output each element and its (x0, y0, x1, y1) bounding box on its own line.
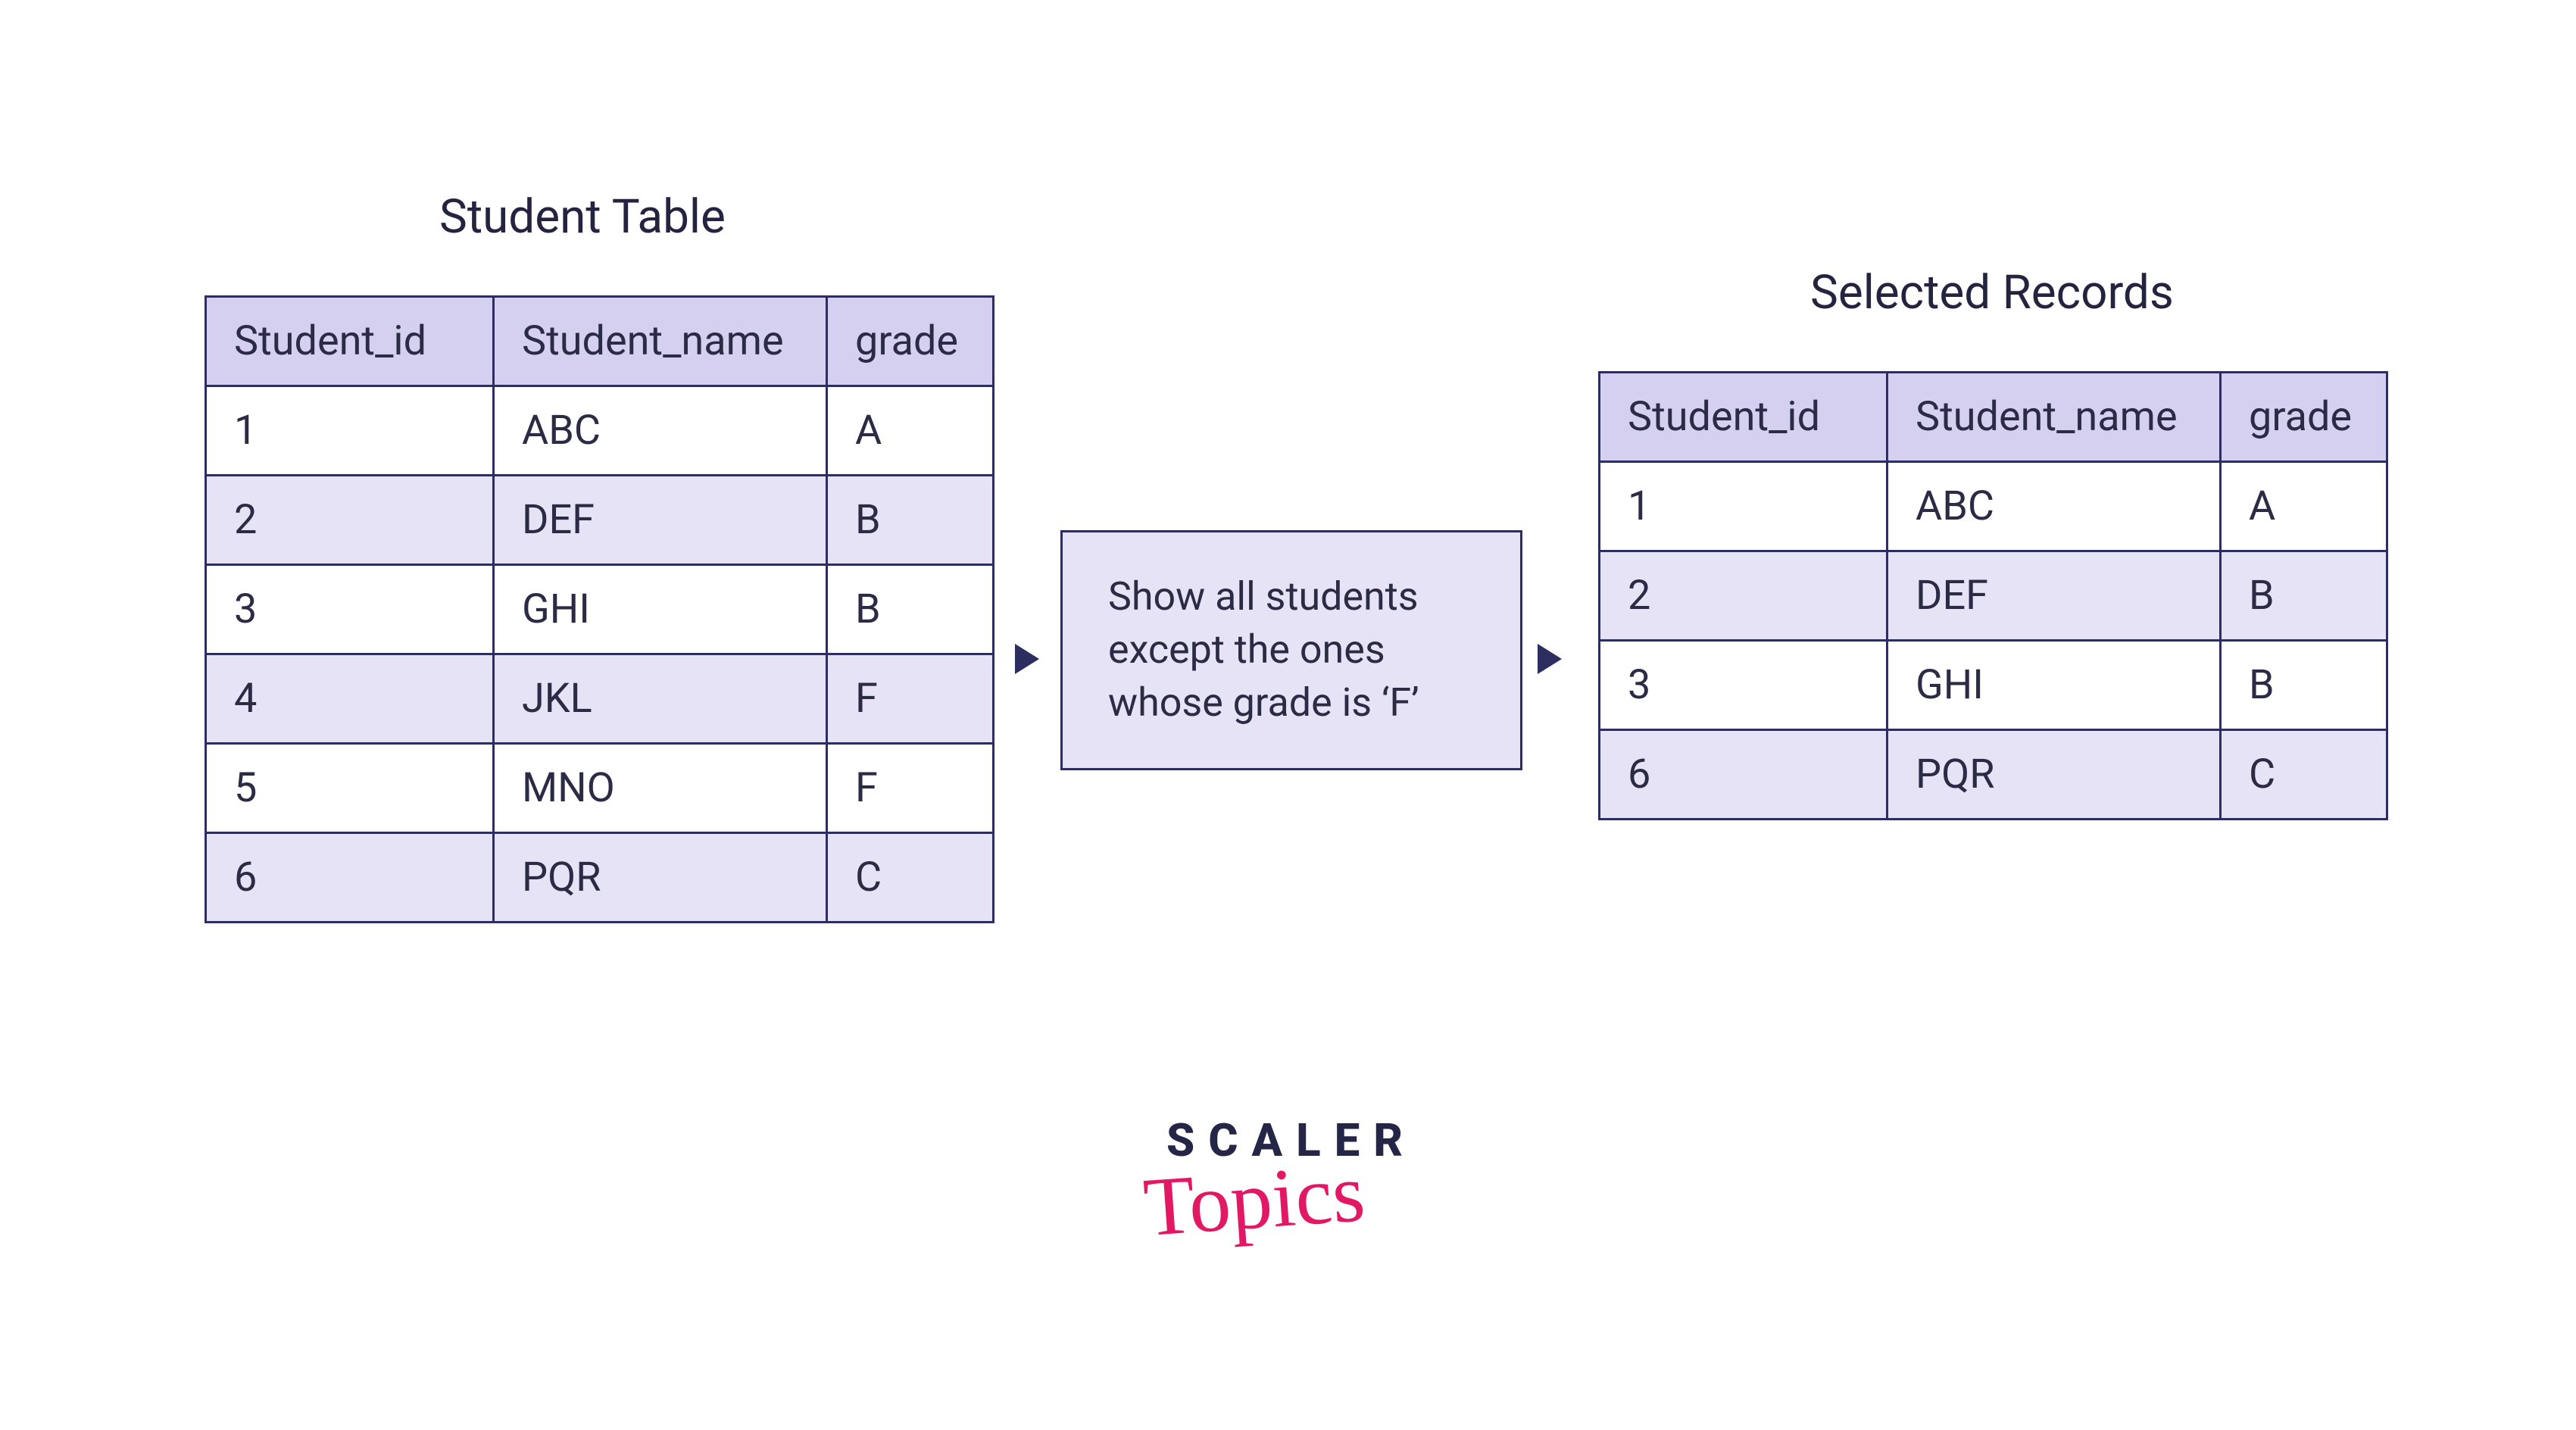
col-header-name: Student_name (1888, 373, 2221, 462)
filter-description-box: Show all students except the ones whose … (1060, 530, 1522, 770)
col-header-id: Student_id (206, 297, 494, 386)
table-row: 4 JKL F (206, 654, 994, 744)
cell-name: DEF (494, 476, 827, 565)
cell-id: 1 (206, 386, 494, 476)
cell-id: 1 (1600, 462, 1888, 551)
table-row: 3 GHI B (206, 565, 994, 654)
table-row: 1 ABC A (206, 386, 994, 476)
table-row: 6 PQR C (1600, 730, 2387, 820)
cell-grade: C (827, 833, 994, 923)
cell-id: 2 (1600, 551, 1888, 641)
right-table-title: Selected Records (1810, 265, 2174, 320)
cell-name: ABC (494, 386, 827, 476)
arrow-right-icon (1538, 644, 1562, 674)
table-row: 2 DEF B (1600, 551, 2387, 641)
left-table-title: Student Table (439, 189, 726, 245)
col-header-grade: grade (2221, 373, 2387, 462)
cell-id: 4 (206, 654, 494, 744)
cell-name: GHI (1888, 641, 2221, 730)
cell-grade: F (827, 744, 994, 833)
cell-grade: F (827, 654, 994, 744)
table-row: 2 DEF B (206, 476, 994, 565)
cell-grade: C (2221, 730, 2387, 820)
cell-grade: A (827, 386, 994, 476)
cell-grade: B (827, 476, 994, 565)
student-table: Student_id Student_name grade 1 ABC A 2 … (205, 295, 994, 923)
cell-grade: A (2221, 462, 2387, 551)
cell-grade: B (2221, 551, 2387, 641)
cell-id: 6 (1600, 730, 1888, 820)
table-row: 1 ABC A (1600, 462, 2387, 551)
cell-name: JKL (494, 654, 827, 744)
logo-line-2: Topics (1141, 1144, 1368, 1256)
cell-id: 3 (206, 565, 494, 654)
cell-grade: B (827, 565, 994, 654)
cell-name: MNO (494, 744, 827, 833)
col-header-id: Student_id (1600, 373, 1888, 462)
diagram-canvas: Student Table Student_id Student_name gr… (0, 0, 2576, 1430)
cell-id: 5 (206, 744, 494, 833)
selected-records-table: Student_id Student_name grade 1 ABC A 2 … (1598, 371, 2388, 820)
cell-id: 2 (206, 476, 494, 565)
arrow-right-icon (1015, 644, 1039, 674)
table-row: 3 GHI B (1600, 641, 2387, 730)
cell-id: 3 (1600, 641, 1888, 730)
col-header-grade: grade (827, 297, 994, 386)
cell-grade: B (2221, 641, 2387, 730)
cell-name: GHI (494, 565, 827, 654)
cell-name: PQR (494, 833, 827, 923)
table-row: 5 MNO F (206, 744, 994, 833)
cell-id: 6 (206, 833, 494, 923)
scaler-topics-logo: SCALER Topics (1166, 1113, 1416, 1248)
table-row: 6 PQR C (206, 833, 994, 923)
col-header-name: Student_name (494, 297, 827, 386)
cell-name: PQR (1888, 730, 2221, 820)
cell-name: DEF (1888, 551, 2221, 641)
cell-name: ABC (1888, 462, 2221, 551)
